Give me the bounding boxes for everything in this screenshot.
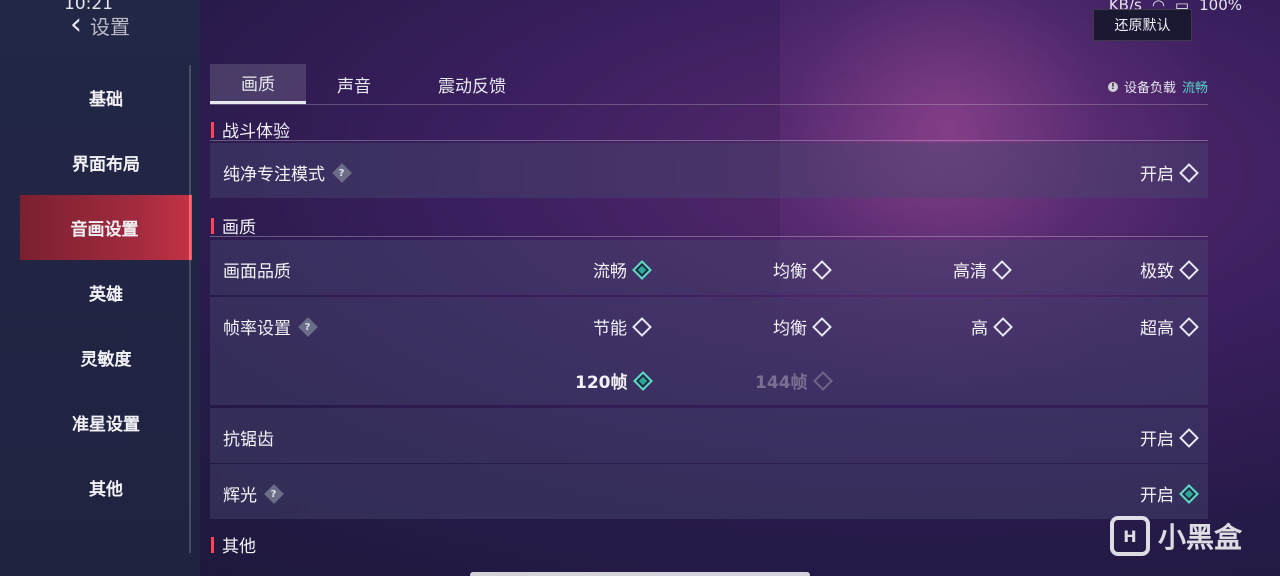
- toggle-label: 开启: [1140, 430, 1174, 450]
- option-high[interactable]: 高: [971, 314, 1013, 339]
- setting-label: 画面品质: [223, 262, 291, 282]
- option-120fps[interactable]: 120帧: [575, 368, 653, 393]
- setting-label: 辉光 ?: [223, 481, 284, 506]
- battery-level: 100%: [1199, 0, 1242, 14]
- setting-label: 纯净专注模式 ?: [223, 160, 352, 185]
- help-icon[interactable]: ?: [332, 162, 352, 183]
- setting-row-anti-alias: 抗锯齿 开启: [210, 408, 1208, 463]
- toggle-label: 开启: [1140, 486, 1174, 506]
- section-divider: [210, 236, 1208, 237]
- anti-alias-toggle[interactable]: 开启: [1140, 425, 1199, 450]
- section-accent-bar: [211, 536, 214, 553]
- section-accent-bar: [211, 121, 214, 138]
- tab-divider: [210, 104, 1208, 105]
- watermark-logo-icon: H: [1109, 516, 1150, 556]
- checkbox-diamond-checked-icon: [632, 370, 653, 391]
- setting-row-picture-quality: 画面品质 流畅 均衡 高清 极致: [210, 240, 1208, 295]
- setting-label: 抗锯齿: [223, 430, 274, 450]
- device-load: ! 设备负载 流畅: [1107, 77, 1208, 96]
- section-title-text: 画质: [222, 218, 256, 238]
- option-label: 120帧: [575, 373, 628, 393]
- checkbox-diamond-icon: [632, 316, 652, 337]
- tab-vibration[interactable]: 震动反馈: [402, 64, 542, 104]
- sidebar-item-layout[interactable]: 界面布局: [20, 130, 192, 195]
- section-title-quality: 画质: [211, 213, 256, 238]
- checkbox-diamond-icon: [993, 316, 1013, 337]
- checkbox-diamond-icon: [812, 259, 832, 280]
- section-title-battle: 战斗体验: [211, 117, 290, 142]
- tab-quality[interactable]: 画质: [210, 64, 306, 104]
- pure-focus-toggle[interactable]: 开启: [1140, 160, 1199, 185]
- option-label: 均衡: [773, 262, 807, 282]
- checkbox-diamond-icon: [992, 259, 1012, 280]
- setting-row-frame-rate: 帧率设置 ? 节能 均衡 高 超高 120帧 144帧: [210, 297, 1208, 405]
- checkbox-diamond-icon: [1179, 427, 1199, 448]
- back-button[interactable]: ‹ 设置: [70, 10, 130, 40]
- checkbox-diamond-icon: [1179, 316, 1199, 337]
- option-label: 超高: [1140, 319, 1174, 339]
- checkbox-diamond-icon: [1179, 259, 1199, 280]
- checkbox-diamond-icon: [1179, 162, 1199, 183]
- checkbox-diamond-icon: [812, 316, 832, 337]
- glow-label: 辉光: [223, 486, 257, 506]
- watermark-text: 小黑盒: [1157, 521, 1242, 554]
- device-load-value: 流畅: [1181, 81, 1208, 96]
- option-144fps: 144帧: [755, 368, 833, 393]
- watermark: H 小黑盒: [1109, 516, 1242, 556]
- option-balanced[interactable]: 均衡: [773, 314, 832, 339]
- option-label: 流畅: [593, 262, 627, 282]
- tab-bar: 画质 声音 震动反馈: [210, 64, 542, 104]
- option-label: 144帧: [755, 373, 808, 393]
- section-title-text: 战斗体验: [222, 122, 290, 142]
- sidebar-item-hero[interactable]: 英雄: [20, 260, 192, 325]
- toggle-label: 开启: [1140, 165, 1174, 185]
- option-smooth[interactable]: 流畅: [593, 257, 652, 282]
- sidebar-item-crosshair[interactable]: 准星设置: [20, 390, 192, 455]
- option-balanced[interactable]: 均衡: [773, 257, 832, 282]
- setting-label: 帧率设置 ?: [223, 314, 318, 339]
- section-accent-bar: [211, 217, 214, 234]
- checkbox-diamond-checked-icon: [632, 259, 652, 280]
- sidebar-item-sensitivity[interactable]: 灵敏度: [20, 325, 192, 390]
- page-title: 设置: [90, 14, 130, 39]
- chevron-left-icon: ‹: [70, 7, 82, 42]
- reset-default-button[interactable]: 还原默认: [1093, 9, 1192, 41]
- sidebar-divider: [189, 65, 191, 553]
- section-divider: [210, 140, 1208, 141]
- section-title-other: 其他: [211, 532, 256, 557]
- setting-row-pure-focus: 纯净专注模式 ? 开启: [210, 143, 1208, 198]
- sidebar-item-basic[interactable]: 基础: [20, 65, 192, 130]
- sidebar: 基础 界面布局 音画设置 英雄 灵敏度 准星设置 其他: [20, 65, 192, 520]
- option-hd[interactable]: 高清: [953, 257, 1012, 282]
- device-load-label: 设备负载: [1123, 81, 1176, 96]
- home-indicator[interactable]: [470, 572, 810, 576]
- option-label: 高清: [953, 262, 987, 282]
- glow-toggle[interactable]: 开启: [1140, 481, 1199, 506]
- info-icon: !: [1107, 81, 1118, 92]
- tab-sound[interactable]: 声音: [306, 64, 402, 104]
- sidebar-item-other[interactable]: 其他: [20, 455, 192, 520]
- help-icon[interactable]: ?: [264, 483, 284, 504]
- pure-focus-label: 纯净专注模式: [223, 165, 325, 185]
- option-power-save[interactable]: 节能: [593, 314, 652, 339]
- help-icon[interactable]: ?: [298, 316, 318, 337]
- option-super-high[interactable]: 超高: [1140, 314, 1199, 339]
- setting-row-glow: 辉光 ? 开启: [210, 464, 1208, 519]
- option-label: 均衡: [773, 319, 807, 339]
- option-label: 高: [971, 319, 988, 339]
- checkbox-diamond-disabled-icon: [812, 370, 833, 391]
- option-label: 节能: [593, 319, 627, 339]
- section-title-text: 其他: [222, 537, 256, 557]
- frame-rate-label: 帧率设置: [223, 319, 291, 339]
- checkbox-diamond-checked-icon: [1179, 483, 1199, 504]
- option-label: 极致: [1140, 262, 1174, 282]
- option-ultra[interactable]: 极致: [1140, 257, 1199, 282]
- sidebar-item-audio-video[interactable]: 音画设置: [20, 195, 192, 260]
